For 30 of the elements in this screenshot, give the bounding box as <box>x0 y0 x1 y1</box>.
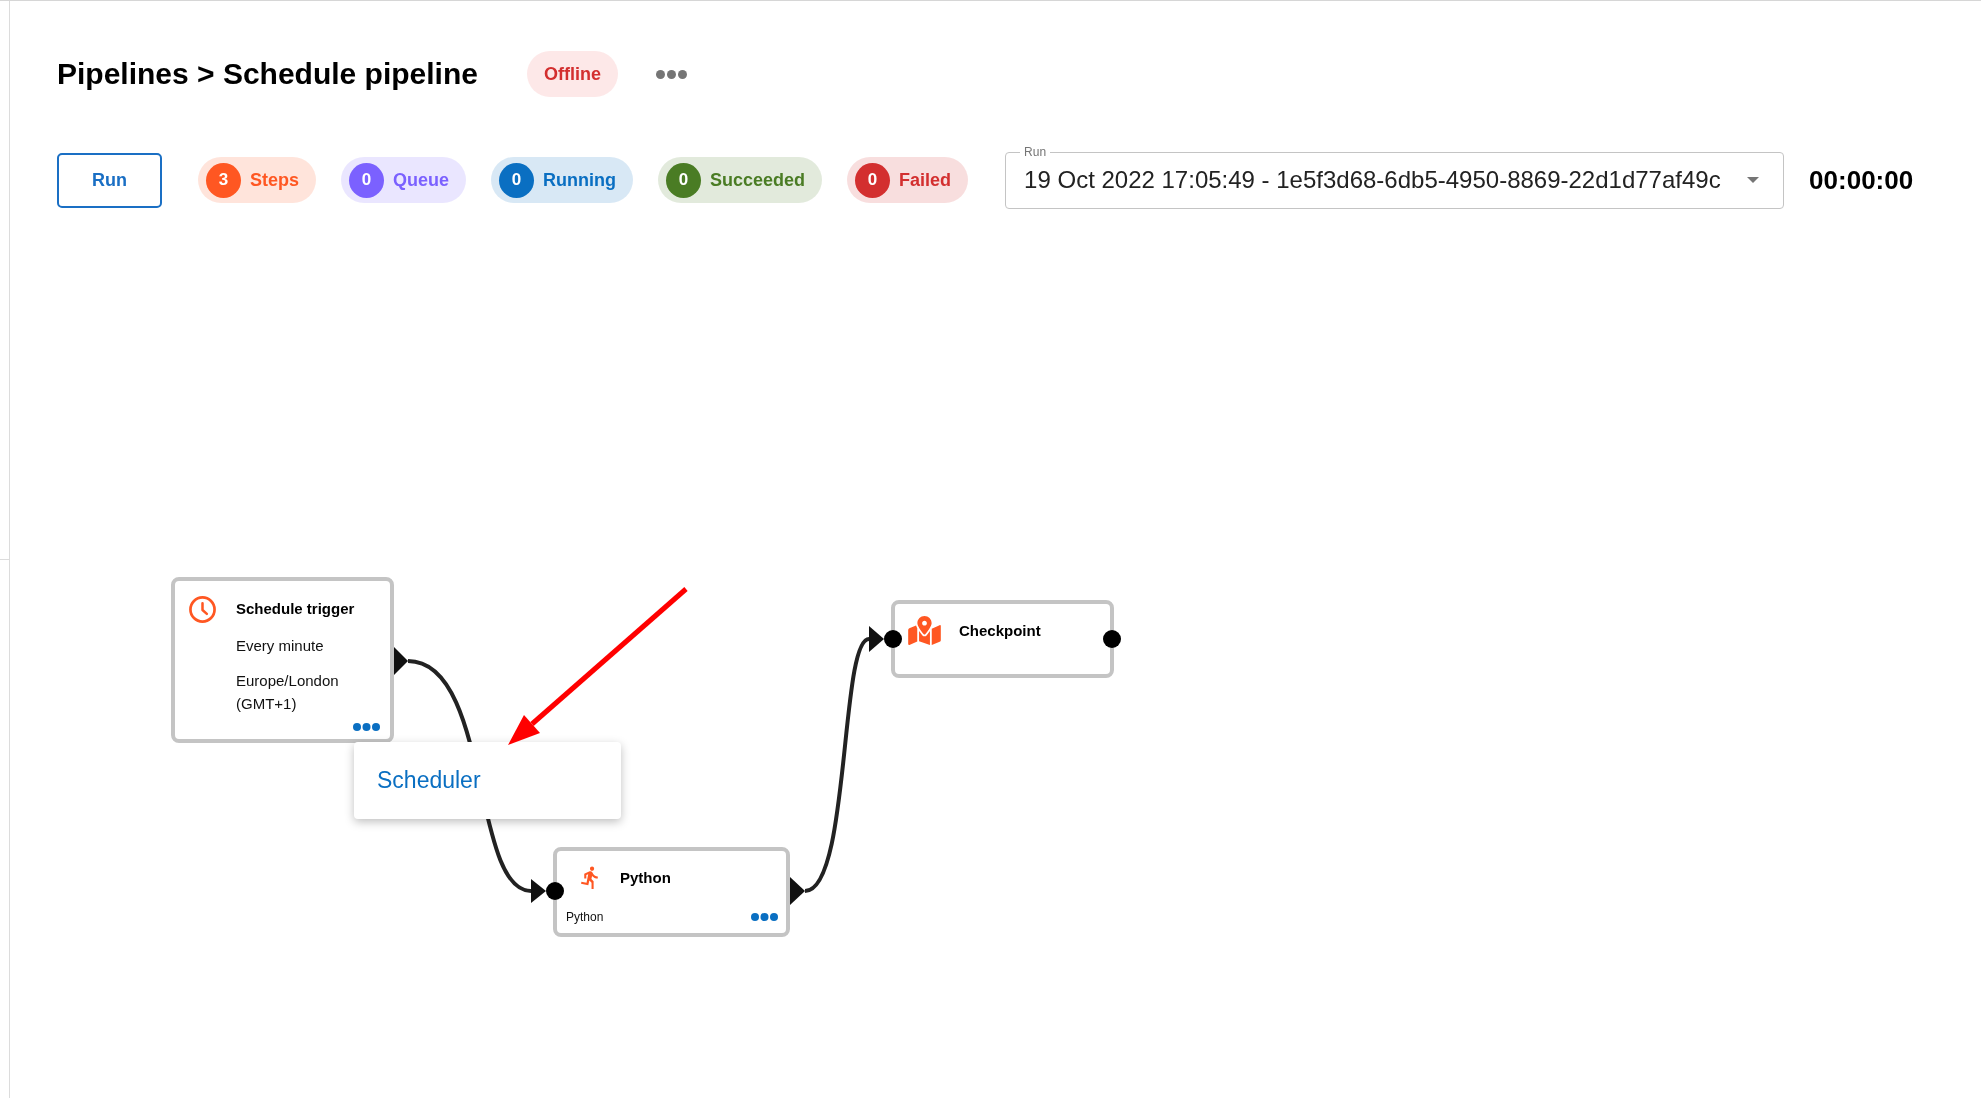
elapsed-timer: 00:00:00 <box>1809 165 1914 195</box>
page-title: Pipelines > Schedule pipeline <box>57 56 478 92</box>
count-badge: 0 <box>855 162 891 198</box>
status-badge: Offline <box>526 51 618 97</box>
caret-icon <box>1747 177 1760 183</box>
run-select[interactable]: Run 19 Oct 2022 17:05:49 - 1e5f3d68-6db5-4950-8869-22d1d77af49c <box>1005 145 1785 209</box>
select-label: Run <box>1023 145 1048 159</box>
node-title: Schedule trigger <box>236 599 356 619</box>
count-badge: 3 <box>206 162 241 198</box>
menu-item[interactable]: Scheduler <box>354 750 621 811</box>
more-icon[interactable] <box>751 913 778 921</box>
node-detail: Every minute <box>236 636 325 656</box>
map-with-pin-icon <box>908 616 941 645</box>
counter-label: Succeeded <box>710 169 806 191</box>
counter-label: Steps <box>250 169 300 191</box>
select-value: 19 Oct 2022 17:05:49 - 1e5f3d68-6db5-4950-8869-22d1d77af49c <box>1024 166 1721 194</box>
count-badge: 0 <box>666 162 702 198</box>
counter-label: Queue <box>393 169 450 191</box>
more-icon[interactable] <box>655 69 687 79</box>
node-detail: Python <box>566 909 604 925</box>
count-badge: 0 <box>499 162 535 198</box>
node-detail: Europe/London (GMT+1) <box>236 671 340 714</box>
node-title: Python <box>620 867 671 888</box>
counter-label: Failed <box>899 169 952 191</box>
more-icon[interactable] <box>353 723 380 731</box>
clock-icon <box>189 596 216 623</box>
run-button[interactable]: Run <box>57 152 162 208</box>
count-badge: 0 <box>349 162 385 198</box>
counter-label: Running <box>543 169 617 191</box>
node-title: Checkpoint <box>959 620 1041 641</box>
